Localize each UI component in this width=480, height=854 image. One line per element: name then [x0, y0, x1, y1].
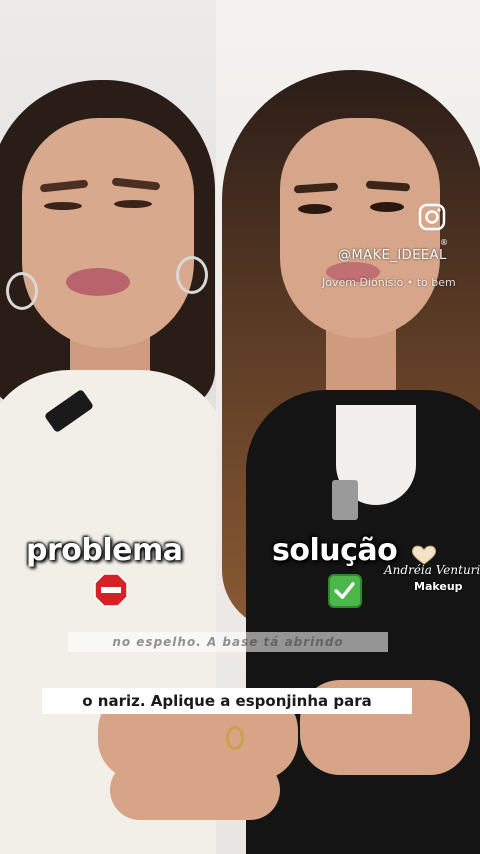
- left-person-face: [22, 118, 194, 348]
- hoop-earring: [6, 272, 38, 310]
- registered-mark: ®: [440, 238, 448, 247]
- brand-subtitle: Makeup: [414, 580, 463, 593]
- heart-icon: [411, 545, 437, 565]
- ring: [226, 726, 244, 750]
- jacket-zipper: [332, 480, 358, 520]
- instagram-icon: [418, 203, 446, 231]
- music-credit: Jovem Dionísio • to bem: [322, 276, 456, 289]
- left-person-lips: [66, 268, 130, 296]
- stop-sign-icon: [94, 573, 128, 607]
- right-person-eye: [298, 204, 332, 214]
- hand: [110, 760, 280, 820]
- problem-label: problema: [26, 533, 183, 568]
- right-person-face: [280, 118, 440, 338]
- check-mark-icon: [328, 574, 362, 608]
- previous-subtitle: no espelho. A base tá abrindo: [68, 632, 388, 652]
- instagram-handle: @MAKE_IDEEAL: [338, 248, 447, 263]
- current-subtitle: o nariz. Aplique a esponjinha para: [42, 688, 412, 714]
- brand-name: Andréia Venturi: [384, 563, 480, 577]
- hoop-earring: [176, 256, 208, 294]
- check-mark-glyph: [334, 582, 355, 599]
- solution-label: solução: [272, 533, 398, 568]
- left-person-eye: [114, 200, 152, 208]
- right-person-eye: [370, 202, 404, 212]
- left-person-eye: [44, 202, 82, 210]
